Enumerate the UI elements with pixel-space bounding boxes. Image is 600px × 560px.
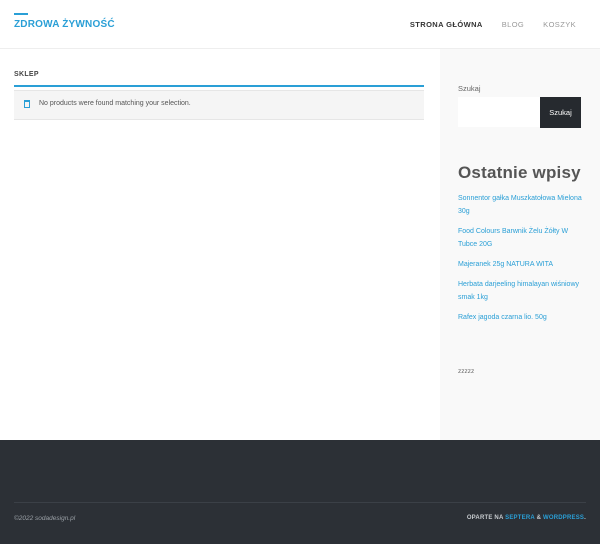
recent-post-link[interactable]: Herbata darjeeling himalayan wiśniowy sm… [458, 278, 583, 304]
recent-post-link[interactable]: Sonnentor gałka Muszkatołowa Mielona 30g [458, 192, 583, 218]
search-button[interactable]: Szukaj [540, 97, 581, 128]
list-item: Food Colours Barwnik Żelu Żółty W Tubce … [458, 225, 583, 251]
widget-text: zzzzz [458, 368, 475, 375]
nav-item-strona-glowna[interactable]: STRONA GŁÓWNA [410, 20, 483, 29]
nav-item-blog[interactable]: BLOG [502, 20, 524, 29]
brand-accent-bar [14, 13, 28, 15]
list-item: Herbata darjeeling himalayan wiśniowy sm… [458, 278, 583, 304]
site-header: ZDROWA ŻYWNOŚĆ STRONA GŁÓWNA BLOG KOSZYK [0, 0, 600, 49]
info-notice: No products were found matching your sel… [14, 90, 424, 120]
info-icon [24, 100, 30, 108]
site-brand-link[interactable]: ZDROWA ŻYWNOŚĆ [14, 19, 115, 30]
bottom-strip [0, 544, 600, 560]
site-footer: ©2022 sodadesign.pl OPARTE NA SEPTERA & … [0, 440, 600, 544]
powered-by: OPARTE NA SEPTERA & WORDPRESS. [467, 515, 586, 521]
main-content: SKLEP No products were found matching yo… [0, 49, 440, 440]
recent-post-link[interactable]: Majeranek 25g NATURA WITA [458, 258, 583, 271]
page-title: SKLEP [14, 71, 39, 78]
nav-item-koszyk[interactable]: KOSZYK [543, 20, 576, 29]
title-underline [14, 85, 424, 87]
septera-link[interactable]: SEPTERA [505, 515, 535, 521]
powered-amp: & [536, 515, 542, 521]
footer-divider [14, 502, 586, 503]
list-item: Rafex jagoda czarna lio. 50g [458, 311, 583, 324]
copyright-text: ©2022 sodadesign.pl [14, 515, 76, 522]
search-label: Szukaj [458, 84, 481, 93]
notice-text: No products were found matching your sel… [39, 100, 191, 107]
recent-posts-list: Sonnentor gałka Muszkatołowa Mielona 30g… [458, 192, 583, 331]
main-nav: STRONA GŁÓWNA BLOG KOSZYK [410, 20, 576, 29]
recent-post-link[interactable]: Rafex jagoda czarna lio. 50g [458, 311, 583, 324]
sidebar: Szukaj Szukaj Ostatnie wpisy Sonnentor g… [440, 49, 600, 440]
recent-post-link[interactable]: Food Colours Barwnik Żelu Żółty W Tubce … [458, 225, 583, 251]
wordpress-link[interactable]: WORDPRESS [543, 515, 584, 521]
list-item: Sonnentor gałka Muszkatołowa Mielona 30g [458, 192, 583, 218]
powered-prefix: OPARTE NA [466, 515, 504, 521]
recent-posts-title: Ostatnie wpisy [458, 163, 581, 182]
list-item: Majeranek 25g NATURA WITA [458, 258, 583, 271]
powered-suffix: . [584, 515, 586, 521]
search-input[interactable] [458, 97, 540, 127]
